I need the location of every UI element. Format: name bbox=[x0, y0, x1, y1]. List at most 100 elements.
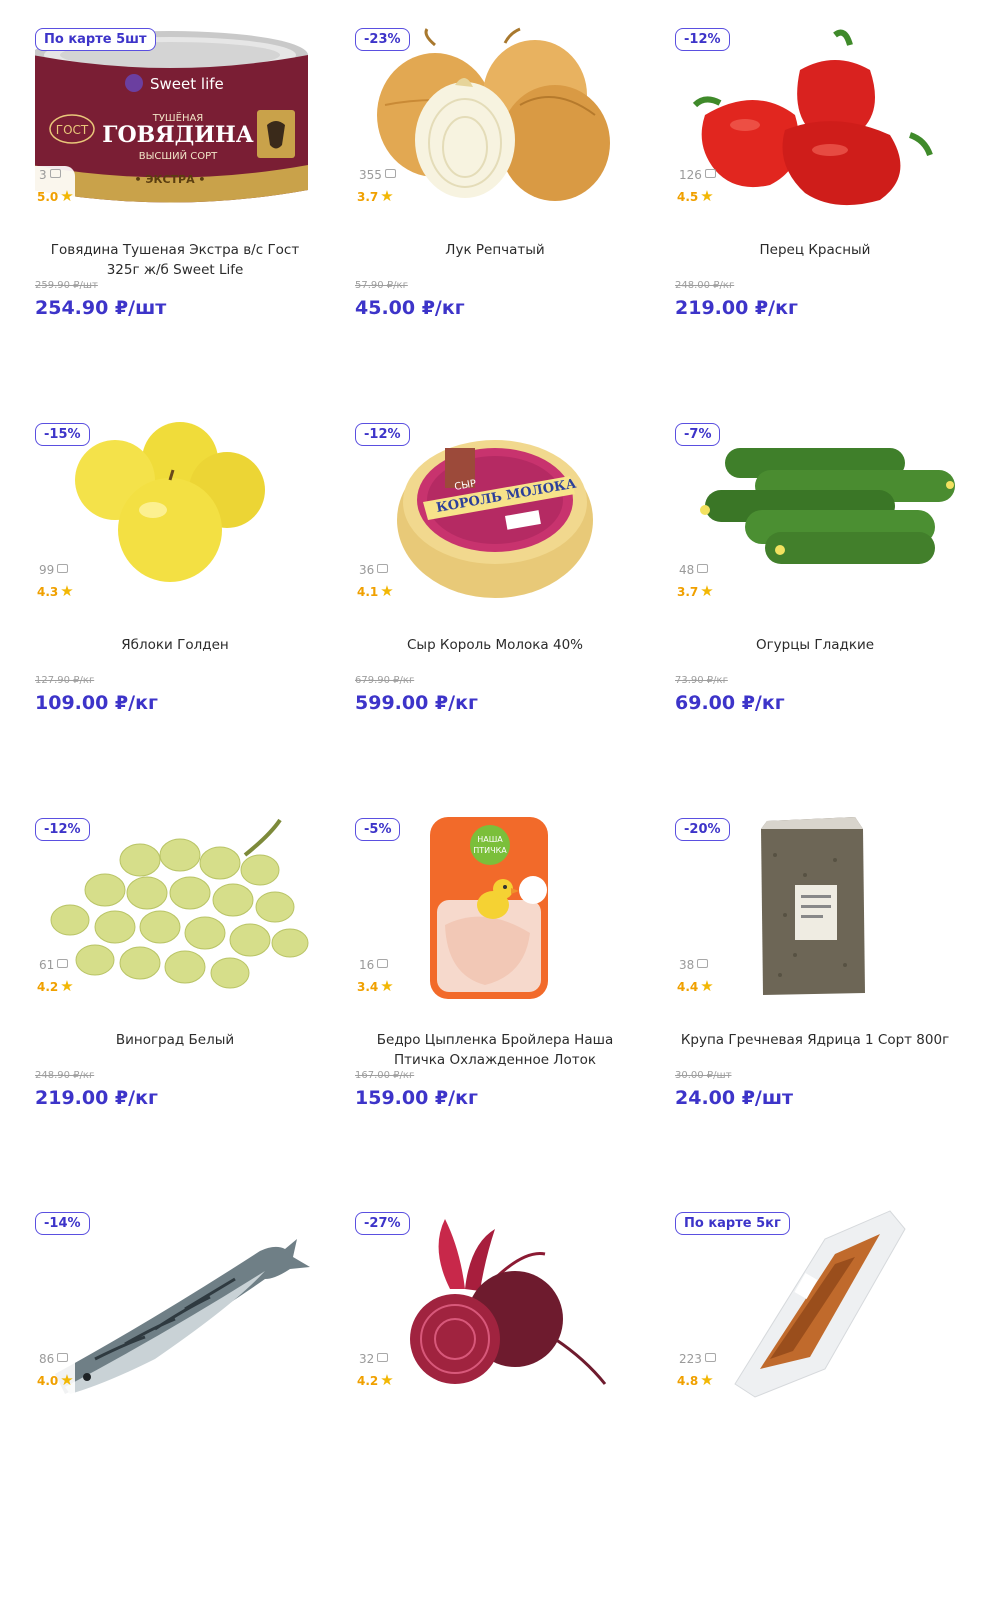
product-card[interactable]: -7% 48 3.7 ★ Огурцы Гладкие 73.90 ₽/кг 69… bbox=[675, 420, 975, 810]
product-meta: 126 4.5 ★ bbox=[675, 166, 716, 210]
comment-icon bbox=[377, 959, 389, 968]
price: 219.00 ₽/кг bbox=[675, 297, 798, 319]
discount-badge: По карте 5кг bbox=[675, 1212, 790, 1235]
product-meta: 99 4.3 ★ bbox=[35, 561, 75, 605]
product-card[interactable]: СЫР КОРОЛЬ МОЛОКА -12% 36 4.1 ★ Сыр Корол… bbox=[355, 420, 655, 810]
price: 159.00 ₽/кг bbox=[355, 1087, 478, 1109]
product-card[interactable]: -12% 61 4.2 ★ Виноград Белый 248.90 ₽/кг … bbox=[35, 815, 335, 1205]
rating: 4.1 ★ bbox=[357, 582, 394, 600]
product-name[interactable]: Огурцы Гладкие bbox=[675, 635, 955, 655]
product-name[interactable]: Говядина Тушеная Экстра в/с Гост 325г ж/… bbox=[35, 240, 315, 280]
label-extra-text: • ЭКСТРА • bbox=[135, 173, 206, 186]
price: 109.00 ₽/кг bbox=[35, 692, 158, 714]
apples-image[interactable] bbox=[35, 420, 335, 610]
product-card[interactable]: -23% 355 3.7 ★ Лук Репчатый 57.90 ₽/кг 45… bbox=[355, 25, 655, 415]
label-gost-text: ГОСТ bbox=[56, 123, 89, 137]
comment-icon bbox=[704, 1353, 716, 1362]
smoked-fish-image[interactable] bbox=[675, 1209, 975, 1399]
star-icon: ★ bbox=[700, 582, 714, 600]
product-name[interactable]: Сыр Король Молока 40% bbox=[355, 635, 635, 655]
label-grade-text: ВЫСШИЙ СОРТ bbox=[139, 149, 218, 162]
star-icon: ★ bbox=[700, 1371, 714, 1389]
onion-image[interactable] bbox=[355, 25, 655, 215]
product-card[interactable]: -14% 86 4.0 ★ bbox=[35, 1209, 335, 1599]
mackerel-image[interactable] bbox=[35, 1209, 335, 1399]
discount-badge: -7% bbox=[675, 423, 721, 446]
product-name[interactable]: Виноград Белый bbox=[35, 1030, 315, 1050]
rating: 3.7 ★ bbox=[357, 187, 394, 205]
red-pepper-image[interactable] bbox=[675, 25, 975, 215]
label-line2-text: ПТИЧКА bbox=[473, 846, 507, 855]
product-card[interactable]: -20% 38 4.4 ★ Крупа Гречневая Ядрица 1 Со… bbox=[675, 815, 975, 1205]
old-price: 30.00 ₽/шт bbox=[675, 1070, 732, 1081]
product-meta: 38 4.4 ★ bbox=[675, 956, 715, 1000]
product-card[interactable]: -12% 126 4.5 ★ Перец Красный 248.00 ₽/кг … bbox=[675, 25, 975, 415]
discount-badge: -12% bbox=[35, 818, 90, 841]
rating: 4.2 ★ bbox=[357, 1371, 394, 1389]
product-name[interactable]: Крупа Гречневая Ядрица 1 Сорт 800г bbox=[675, 1030, 955, 1050]
discount-badge: -12% bbox=[675, 28, 730, 51]
canned-beef-image[interactable]: Sweet life ГОСТ ТУШЁНАЯ ГОВЯДИНА ВЫСШИЙ … bbox=[35, 25, 335, 215]
star-icon: ★ bbox=[380, 1371, 394, 1389]
product-grid: Sweet life ГОСТ ТУШЁНАЯ ГОВЯДИНА ВЫСШИЙ … bbox=[0, 0, 1000, 1400]
old-price: 127.90 ₽/кг bbox=[35, 675, 95, 686]
cucumbers-image[interactable] bbox=[675, 420, 975, 610]
product-name[interactable]: Лук Репчатый bbox=[355, 240, 635, 260]
star-icon: ★ bbox=[60, 187, 74, 205]
review-count: 99 bbox=[39, 563, 69, 577]
product-name[interactable]: Яблоки Голден bbox=[35, 635, 315, 655]
product-meta: 32 4.2 ★ bbox=[355, 1350, 395, 1394]
product-card[interactable]: По карте 5кг 223 4.8 ★ bbox=[675, 1209, 975, 1599]
review-count: 223 bbox=[679, 1352, 716, 1366]
price: 45.00 ₽/кг bbox=[355, 297, 465, 319]
label-line1-text: НАША bbox=[477, 835, 503, 844]
discount-badge: -20% bbox=[675, 818, 730, 841]
product-card[interactable]: Sweet life ГОСТ ТУШЁНАЯ ГОВЯДИНА ВЫСШИЙ … bbox=[35, 25, 335, 415]
star-icon: ★ bbox=[700, 187, 714, 205]
product-card[interactable]: НАША ПТИЧКА -5% 16 3.4 ★ Бедро Цыпленка Б… bbox=[355, 815, 655, 1205]
buckwheat-bag-image[interactable] bbox=[675, 815, 975, 1005]
review-count: 38 bbox=[679, 958, 709, 972]
star-icon: ★ bbox=[60, 582, 74, 600]
comment-icon bbox=[57, 1353, 69, 1362]
old-price: 73.90 ₽/кг bbox=[675, 675, 728, 686]
review-count: 36 bbox=[359, 563, 389, 577]
product-meta: 86 4.0 ★ bbox=[35, 1350, 75, 1394]
product-name[interactable]: Перец Красный bbox=[675, 240, 955, 260]
discount-badge: -5% bbox=[355, 818, 401, 841]
rating: 4.2 ★ bbox=[37, 977, 74, 995]
review-count: 3 bbox=[39, 168, 61, 182]
product-meta: 61 4.2 ★ bbox=[35, 956, 75, 1000]
product-name[interactable]: Бедро Цыпленка Бройлера Наша Птичка Охла… bbox=[355, 1030, 635, 1070]
comment-icon bbox=[697, 959, 709, 968]
product-card[interactable]: -27% 32 4.2 ★ bbox=[355, 1209, 655, 1599]
product-meta: 223 4.8 ★ bbox=[675, 1350, 716, 1394]
star-icon: ★ bbox=[700, 977, 714, 995]
comment-icon bbox=[384, 169, 396, 178]
rating: 4.4 ★ bbox=[677, 977, 714, 995]
discount-badge: -15% bbox=[35, 423, 90, 446]
beetroot-image[interactable] bbox=[355, 1209, 655, 1399]
comment-icon bbox=[704, 169, 716, 178]
product-meta: 3 5.0 ★ bbox=[35, 166, 75, 210]
chicken-tray-image[interactable]: НАША ПТИЧКА bbox=[355, 815, 655, 1005]
product-meta: 355 3.7 ★ bbox=[355, 166, 396, 210]
cheese-image[interactable]: СЫР КОРОЛЬ МОЛОКА bbox=[355, 420, 655, 610]
star-icon: ★ bbox=[380, 582, 394, 600]
product-card[interactable]: -15% 99 4.3 ★ Яблоки Голден 127.90 ₽/кг 1… bbox=[35, 420, 335, 810]
star-icon: ★ bbox=[60, 977, 74, 995]
old-price: 248.90 ₽/кг bbox=[35, 1070, 95, 1081]
product-meta: 36 4.1 ★ bbox=[355, 561, 395, 605]
review-count: 86 bbox=[39, 1352, 69, 1366]
comment-icon bbox=[57, 959, 69, 968]
price: 24.00 ₽/шт bbox=[675, 1087, 794, 1109]
review-count: 61 bbox=[39, 958, 69, 972]
grapes-image[interactable] bbox=[35, 815, 335, 1005]
discount-badge: -27% bbox=[355, 1212, 410, 1235]
review-count: 126 bbox=[679, 168, 716, 182]
product-meta: 16 3.4 ★ bbox=[355, 956, 395, 1000]
rating: 4.3 ★ bbox=[37, 582, 74, 600]
product-meta: 48 3.7 ★ bbox=[675, 561, 715, 605]
price: 219.00 ₽/кг bbox=[35, 1087, 158, 1109]
review-count: 48 bbox=[679, 563, 709, 577]
